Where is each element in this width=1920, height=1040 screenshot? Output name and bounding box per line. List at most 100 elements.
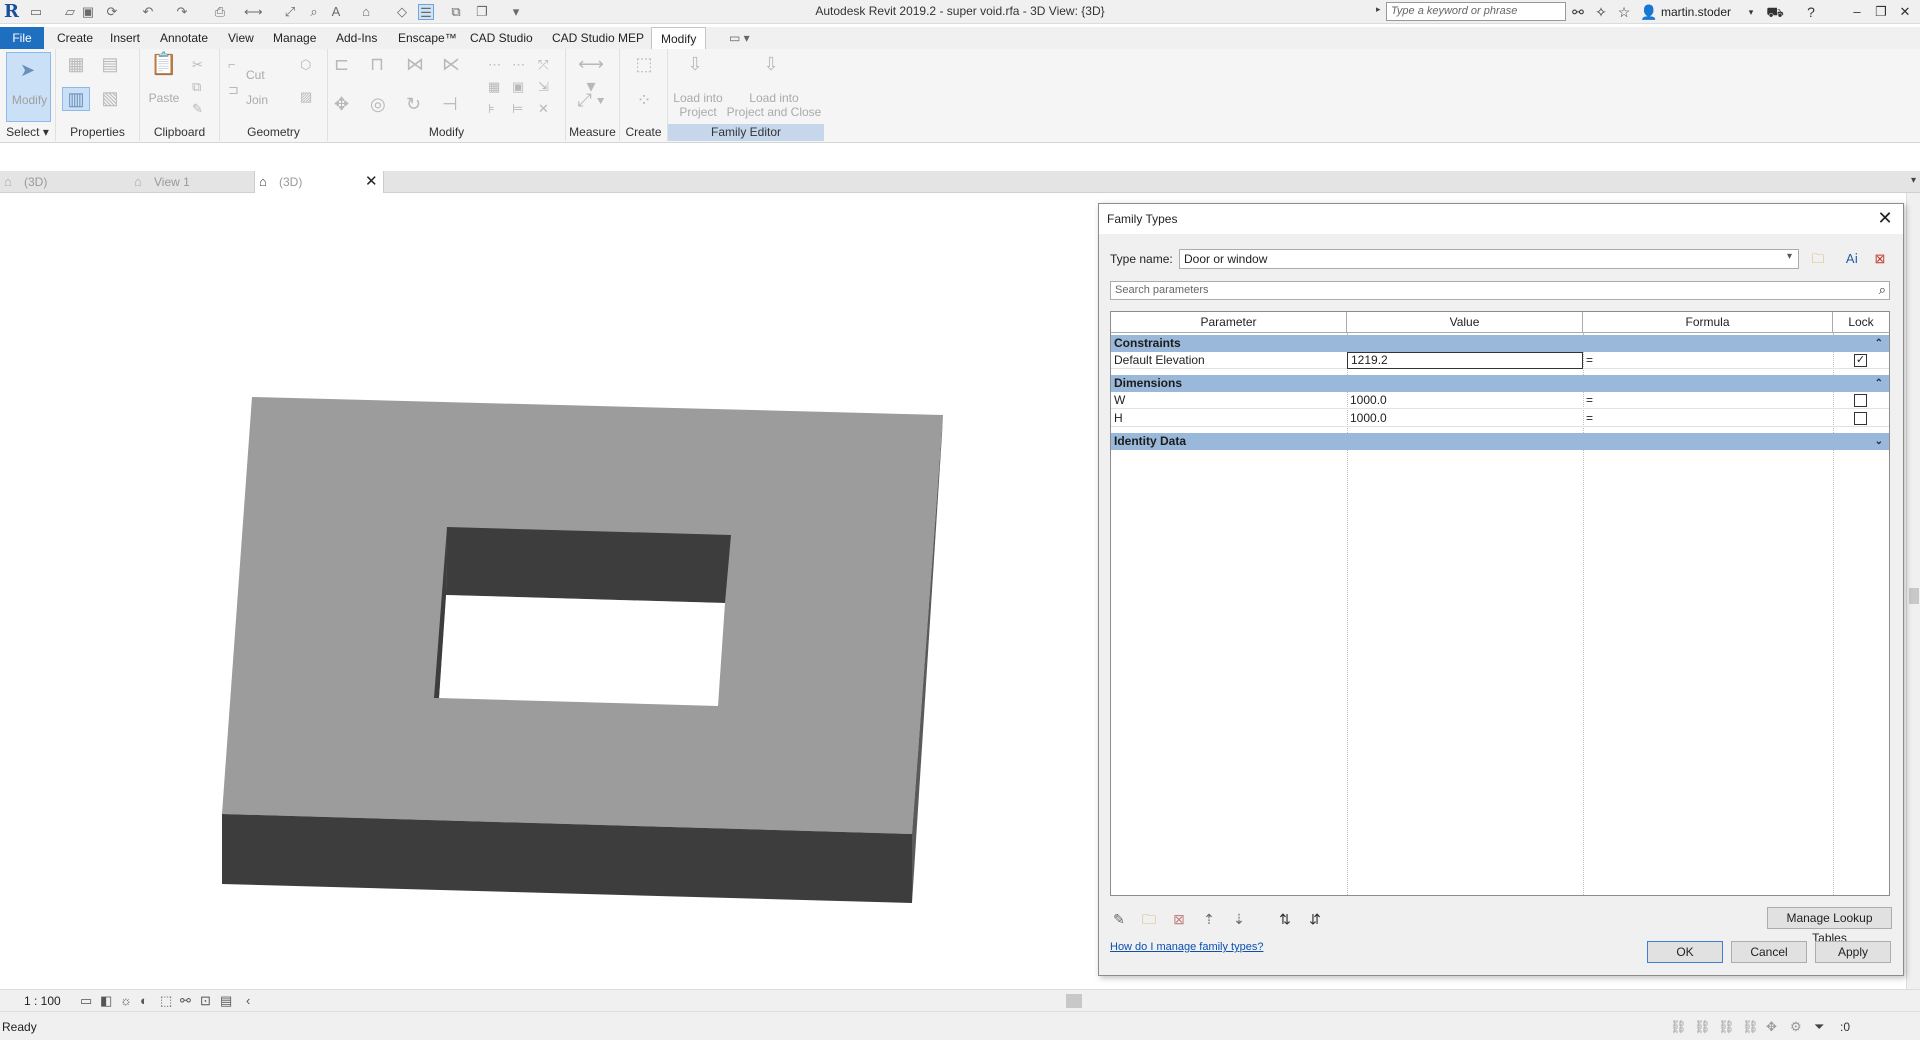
load-into-project-close-button[interactable]: Load into Project and Close (724, 91, 824, 119)
type-properties-icon[interactable]: ▦ (62, 53, 90, 75)
collapse-icon[interactable]: ⌃ (1875, 335, 1883, 352)
load-into-project-icon[interactable]: ⇩ (680, 53, 710, 75)
lock-checkbox[interactable]: ✓ (1854, 354, 1867, 367)
search-expand-icon[interactable]: ▸ (1376, 4, 1381, 15)
3d-view-icon[interactable]: ⌂ (358, 4, 374, 20)
close-hidden-icon[interactable]: ⧉ (448, 4, 464, 20)
unpin-icon[interactable]: ⤱ (538, 57, 548, 73)
family-category-icon[interactable]: ▤ (96, 53, 124, 75)
manage-lookup-tables-button[interactable]: Manage Lookup Tables (1767, 907, 1892, 945)
move-down-icon[interactable]: ⇣ (1229, 909, 1249, 929)
close-window-icon[interactable]: ✕ (1894, 2, 1916, 22)
tab-insert[interactable]: Insert (101, 27, 149, 49)
column-header-value[interactable]: Value (1347, 312, 1583, 333)
rotate-icon[interactable]: ↻ (406, 93, 421, 115)
parameter-search-input[interactable]: Search parameters ⌕ (1110, 281, 1890, 300)
view-tab-menu-icon[interactable]: ▾ (1911, 175, 1916, 186)
rename-type-icon[interactable]: Aⅰ (1843, 250, 1861, 268)
text-icon[interactable]: A (328, 4, 344, 20)
view-tab-view-1[interactable]: ⌂ View 1 (130, 171, 254, 193)
trim-multiple-icon[interactable]: ⊧ (488, 101, 495, 117)
binoculars-icon[interactable]: ⚯ (1569, 3, 1587, 21)
open-folder-icon[interactable]: ▱ (62, 4, 78, 20)
match-type-icon[interactable]: ✎ (192, 101, 203, 117)
search-icon[interactable]: ⌕ (1879, 282, 1886, 298)
split-face-icon[interactable]: ⬡ (300, 57, 311, 73)
tab-cad-studio[interactable]: CAD Studio (461, 27, 542, 49)
parameter-formula[interactable]: = (1583, 352, 1833, 369)
scale-icon[interactable]: ▣ (512, 79, 524, 95)
print-icon[interactable]: ⎙ (212, 4, 228, 20)
new-parameter-icon[interactable]: 🗀 (1139, 909, 1159, 929)
delete-type-icon[interactable]: ⊠ (1871, 250, 1889, 268)
temporary-hide-icon[interactable]: ⚯ (180, 993, 191, 1009)
delete-icon[interactable]: ✕ (538, 101, 549, 117)
tab-file[interactable]: File (0, 27, 44, 49)
create-similar-icon[interactable]: ⬚ (630, 53, 658, 75)
array-icon[interactable]: ▦ (488, 79, 500, 95)
redo-icon[interactable]: ↷ (174, 4, 190, 20)
trim-single-icon[interactable]: ⊨ (512, 101, 523, 117)
view-tab-3d-1[interactable]: ⌂ (3D) (0, 171, 130, 193)
sync-icon[interactable]: ⟳ (104, 4, 120, 20)
move-icon[interactable]: ✥ (334, 93, 349, 115)
help-icon[interactable]: ? (1802, 3, 1820, 21)
properties-palette-icon[interactable]: ▧ (96, 87, 124, 109)
collapse-icon[interactable]: ⌃ (1875, 375, 1883, 392)
mirror-draw-icon[interactable]: ⋉ (442, 53, 460, 75)
cart-icon[interactable]: ⛟ (1766, 3, 1784, 21)
parameter-value-input[interactable]: 1219.2 (1347, 352, 1583, 369)
load-close-icon[interactable]: ⇩ (756, 53, 786, 75)
close-view-icon[interactable]: ✕ (365, 171, 378, 193)
favorites-star-icon[interactable]: ☆ (1615, 3, 1633, 21)
table-row[interactable]: H 1000.0 = (1111, 410, 1889, 427)
trim-extend-icon[interactable]: ⊣ (442, 93, 458, 115)
expand-icon[interactable]: ⌄ (1875, 433, 1883, 450)
select-by-face-icon[interactable]: ⛓ (1742, 1019, 1759, 1035)
parameter-formula[interactable]: = (1583, 410, 1833, 427)
view-scale[interactable]: 1 : 100 (24, 994, 61, 1008)
open-icon[interactable]: ▭ (28, 4, 44, 20)
apply-button[interactable]: Apply (1815, 941, 1891, 963)
select-links-icon[interactable]: ⛓ (1670, 1019, 1687, 1035)
horizontal-scroll-thumb[interactable] (1066, 994, 1082, 1008)
tab-add-ins[interactable]: Add-Ins (327, 27, 386, 49)
align-icon[interactable]: ⊏ (334, 53, 349, 75)
load-into-project-button[interactable]: Load into Project (668, 91, 728, 119)
analytical-model-icon[interactable]: ▤ (220, 993, 232, 1009)
void-inner-wall[interactable] (446, 527, 731, 603)
type-name-dropdown[interactable]: Door or window ▾ (1179, 249, 1799, 269)
customize-qat-icon[interactable]: ▾ (508, 4, 524, 20)
parameter-formula[interactable]: = (1583, 392, 1833, 409)
table-row[interactable]: Default Elevation 1219.2 = ✓ (1111, 352, 1889, 369)
split-icon[interactable]: ⋯ (488, 57, 501, 73)
copy-element-icon[interactable]: ◎ (370, 93, 386, 115)
crop-view-icon[interactable]: ⬚ (160, 993, 172, 1009)
tab-modify[interactable]: Modify (651, 27, 707, 49)
tab-cad-studio-mep[interactable]: CAD Studio MEP (543, 27, 653, 49)
dialog-close-icon[interactable]: ✕ (1875, 208, 1895, 229)
shadows-icon[interactable]: ◐ (140, 993, 148, 1008)
split-gap-icon[interactable]: ⋯ (512, 57, 525, 73)
scroll-left-icon[interactable]: ‹ (246, 993, 250, 1008)
revit-logo-icon[interactable]: R (4, 2, 22, 22)
column-header-lock[interactable]: Lock (1833, 312, 1889, 333)
reveal-hidden-icon[interactable]: ⊡ (200, 993, 211, 1009)
tab-view[interactable]: View (219, 27, 263, 49)
tag-icon[interactable]: ⌕ (306, 4, 322, 20)
tab-enscape[interactable]: Enscape™ (389, 27, 466, 49)
canvas-vertical-scrollbar[interactable] (1906, 193, 1920, 989)
create-group-icon[interactable]: ⁘ (630, 89, 658, 111)
column-header-parameter[interactable]: Parameter (1111, 312, 1347, 333)
contextual-tab-options-icon[interactable]: ▭ ▾ (720, 27, 759, 49)
lock-checkbox[interactable] (1854, 394, 1867, 407)
void-opening[interactable] (439, 595, 725, 706)
canvas-horizontal-scrollbar[interactable] (256, 994, 1906, 1008)
group-header-constraints[interactable]: Constraints ⌃ (1111, 335, 1889, 352)
vertical-scroll-thumb[interactable] (1909, 588, 1919, 604)
delete-parameter-icon[interactable]: ⊠ (1169, 909, 1189, 929)
parameter-value[interactable]: 1000.0 (1347, 392, 1583, 409)
help-link[interactable]: How do I manage family types? (1110, 941, 1263, 953)
paint-icon[interactable]: ▨ (300, 89, 312, 105)
offset-icon[interactable]: ⊓ (370, 53, 384, 75)
